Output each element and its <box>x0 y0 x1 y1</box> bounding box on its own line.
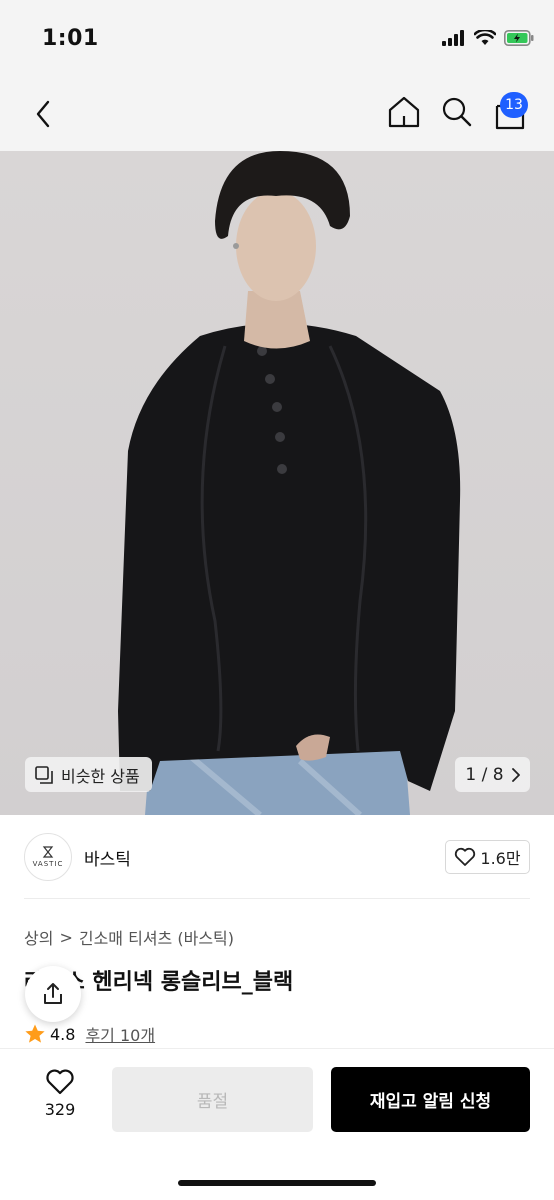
status-icons <box>442 30 534 46</box>
image-counter-button[interactable]: 1 / 8 <box>455 757 530 792</box>
share-icon <box>44 983 62 1004</box>
soldout-button[interactable]: 품절 <box>112 1067 313 1132</box>
cart-badge: 13 <box>500 92 528 118</box>
brand-like-count: 1.6만 <box>480 849 521 868</box>
similar-label: 비슷한 상품 <box>61 766 140 786</box>
hourglass-icon <box>42 846 54 858</box>
back-button[interactable] <box>28 96 58 132</box>
breadcrumb-category[interactable]: 상의 <box>24 925 53 949</box>
status-bar: 1:01 <box>0 0 554 80</box>
share-button[interactable] <box>25 966 81 1022</box>
star-icon <box>25 1024 45 1043</box>
signal-icon <box>442 30 464 46</box>
nav-bar <box>0 80 554 151</box>
brand-row[interactable]: VASTIC 바스틱 1.6만 <box>0 815 554 899</box>
rating-value: 4.8 <box>50 1024 76 1044</box>
search-icon <box>442 97 472 127</box>
search-button[interactable] <box>439 94 475 130</box>
chevron-right-icon <box>511 767 520 782</box>
breadcrumb-subcategory[interactable]: 긴소매 티셔츠 (바스틱) <box>79 925 234 949</box>
restock-alert-button[interactable]: 재입고 알림 신청 <box>331 1067 530 1132</box>
breadcrumb-separator: > <box>59 927 73 947</box>
home-button[interactable] <box>386 94 422 130</box>
product-image[interactable] <box>0 151 554 815</box>
brand-name[interactable]: 바스틱 <box>84 845 131 870</box>
similar-icon <box>35 765 53 784</box>
status-time: 1:01 <box>42 26 99 51</box>
similar-products-button[interactable]: 비슷한 상품 <box>25 757 152 792</box>
chevron-left-icon <box>36 100 50 128</box>
home-indicator <box>178 1180 376 1186</box>
brand-logo-text: VASTIC <box>32 860 64 868</box>
rating-row: 4.8 후기 10개 <box>24 1022 155 1046</box>
wish-count: 329 <box>44 1100 76 1119</box>
product-photo <box>118 151 461 815</box>
wifi-icon <box>474 30 496 45</box>
breadcrumb: 상의 > 긴소매 티셔츠 (바스틱) <box>24 925 234 949</box>
brand-like-button[interactable]: 1.6만 <box>445 840 530 874</box>
image-counter: 1 / 8 <box>465 764 504 785</box>
home-icon <box>388 96 420 128</box>
battery-icon <box>504 30 534 46</box>
heart-icon <box>46 1069 74 1095</box>
brand-logo[interactable]: VASTIC <box>24 833 72 881</box>
wish-button[interactable]: 329 <box>30 1068 90 1128</box>
review-link[interactable]: 후기 10개 <box>85 1022 155 1046</box>
heart-icon <box>455 847 476 866</box>
divider <box>24 898 530 899</box>
